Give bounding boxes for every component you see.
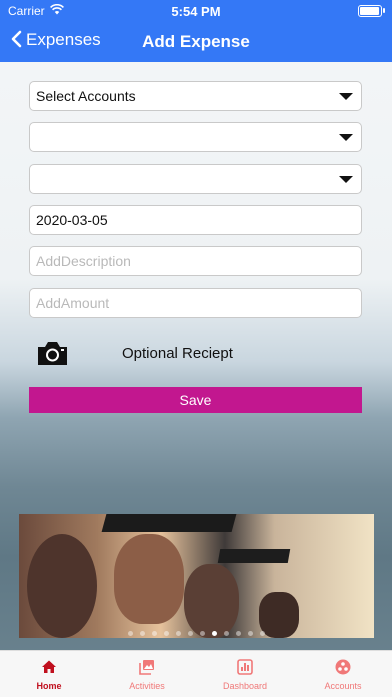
date-field[interactable]: 2020-03-05 <box>29 205 362 235</box>
carousel-dot[interactable] <box>224 631 229 636</box>
carousel-dot[interactable] <box>176 631 181 636</box>
tab-home-label: Home <box>36 681 62 691</box>
tab-activities-label: Activities <box>129 681 165 691</box>
carousel-dot[interactable] <box>188 631 193 636</box>
accounts-select-value: Select Accounts <box>36 88 136 104</box>
optional-receipt-label: Optional Reciept <box>122 345 233 362</box>
page-title: Add Expense <box>142 32 250 51</box>
accounts-icon <box>335 659 351 675</box>
home-icon <box>41 659 57 675</box>
carousel-dot[interactable] <box>152 631 157 636</box>
battery-icon <box>358 5 385 17</box>
date-value: 2020-03-05 <box>36 212 108 228</box>
tab-accounts-label: Accounts <box>324 681 362 691</box>
carousel-dot[interactable] <box>140 631 145 636</box>
amount-placeholder: AddAmount <box>36 295 110 311</box>
save-button[interactable]: Save <box>29 387 362 413</box>
carousel-dot[interactable] <box>212 631 217 636</box>
chart-icon <box>237 659 253 675</box>
carousel-page-indicator[interactable] <box>19 631 374 636</box>
subcategory-select[interactable] <box>29 164 362 194</box>
amount-input[interactable]: AddAmount <box>29 288 362 318</box>
status-bar: Carrier 5:54 PM <box>0 0 392 22</box>
tab-dashboard-label: Dashboard <box>222 681 268 691</box>
navigation-bar: Carrier 5:54 PM Expenses Add Expense <box>0 0 392 62</box>
tab-activities[interactable]: Activities <box>98 651 196 697</box>
carousel-dot[interactable] <box>200 631 205 636</box>
image-gallery-icon <box>139 659 155 675</box>
tab-bar: Home Activities Dashboard Accounts <box>0 650 392 697</box>
dropdown-arrow-icon <box>339 134 353 141</box>
dropdown-arrow-icon <box>339 176 353 183</box>
carousel-dot[interactable] <box>260 631 265 636</box>
description-placeholder: AddDescription <box>36 253 131 269</box>
tab-home[interactable]: Home <box>0 651 98 697</box>
camera-icon[interactable] <box>36 340 69 367</box>
carousel-dot[interactable] <box>248 631 253 636</box>
carousel-dot[interactable] <box>164 631 169 636</box>
description-input[interactable]: AddDescription <box>29 246 362 276</box>
tab-accounts[interactable]: Accounts <box>294 651 392 697</box>
dropdown-arrow-icon <box>339 93 353 100</box>
promo-banner-image[interactable] <box>19 514 374 638</box>
clock: 5:54 PM <box>171 4 221 19</box>
carousel-dot[interactable] <box>128 631 133 636</box>
accounts-select[interactable]: Select Accounts <box>29 81 362 111</box>
category-select[interactable] <box>29 122 362 152</box>
tab-dashboard[interactable]: Dashboard <box>196 651 294 697</box>
carousel-dot[interactable] <box>236 631 241 636</box>
